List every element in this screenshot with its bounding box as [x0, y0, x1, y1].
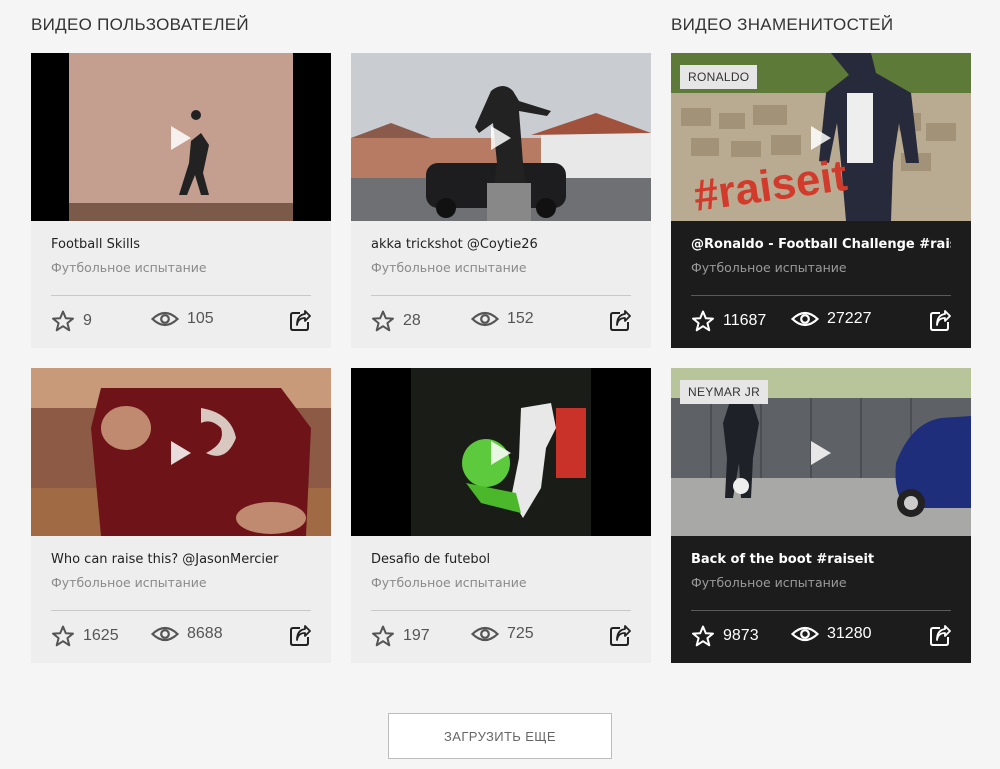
video-card[interactable]: NEYMAR JR Back of the boot #raiseit Футб…: [671, 368, 971, 663]
celebrity-tag: RONALDO: [680, 65, 758, 89]
eye-icon: [151, 311, 179, 327]
share-button[interactable]: [929, 625, 951, 651]
video-card[interactable]: #raiseit RONALDO @Ronaldo - Football Cha…: [671, 53, 971, 348]
video-card[interactable]: Football Skills Футбольное испытание 9 1…: [31, 53, 331, 348]
rating[interactable]: 197: [371, 625, 430, 647]
video-title[interactable]: akka trickshot @Coytie26: [371, 237, 631, 252]
star-icon: [372, 625, 394, 647]
share-icon: [610, 310, 631, 331]
star-count: 11687: [723, 312, 767, 329]
view-count: 27227: [827, 310, 872, 327]
rating[interactable]: 9873: [691, 625, 759, 647]
star-count: 1625: [83, 627, 119, 644]
video-category: Футбольное испытание: [691, 260, 847, 275]
views: 31280: [791, 625, 872, 643]
video-thumbnail[interactable]: #raiseit RONALDO: [671, 53, 971, 221]
views: 27227: [791, 310, 872, 328]
play-icon[interactable]: [491, 126, 511, 150]
share-button[interactable]: [609, 625, 631, 651]
share-button[interactable]: [289, 625, 311, 651]
share-icon: [930, 625, 951, 646]
share-button[interactable]: [929, 310, 951, 336]
user-videos-title: ВИДЕО ПОЛЬЗОВАТЕЛЕЙ: [31, 15, 249, 34]
view-count: 725: [507, 625, 534, 642]
play-icon[interactable]: [811, 441, 831, 465]
video-category: Футбольное испытание: [371, 260, 527, 275]
views: 105: [151, 310, 214, 328]
video-title[interactable]: Back of the boot #raiseit: [691, 552, 951, 567]
star-icon: [372, 310, 394, 332]
rating[interactable]: 1625: [51, 625, 119, 647]
views: 152: [471, 310, 534, 328]
view-count: 152: [507, 310, 534, 327]
views: 8688: [151, 625, 223, 643]
video-card[interactable]: Desafio de futebol Футбольное испытание …: [351, 368, 651, 663]
view-count: 105: [187, 310, 214, 327]
rating[interactable]: 28: [371, 310, 421, 332]
eye-icon: [471, 626, 499, 642]
video-category: Футбольное испытание: [51, 260, 207, 275]
share-button[interactable]: [609, 310, 631, 336]
video-title[interactable]: Desafio de futebol: [371, 552, 631, 567]
video-title[interactable]: Who can raise this? @JasonMercier: [51, 552, 311, 567]
eye-icon: [471, 311, 499, 327]
video-thumbnail[interactable]: [31, 368, 331, 536]
rating[interactable]: 11687: [691, 310, 766, 332]
video-title[interactable]: Football Skills: [51, 237, 311, 252]
video-category: Футбольное испытание: [691, 575, 847, 590]
view-count: 8688: [187, 625, 223, 642]
views: 725: [471, 625, 534, 643]
celebrity-videos-title: ВИДЕО ЗНАМЕНИТОСТЕЙ: [671, 15, 894, 34]
video-thumbnail[interactable]: [31, 53, 331, 221]
video-title[interactable]: @Ronaldo - Football Challenge #raiseit: [691, 237, 951, 252]
share-icon: [290, 625, 311, 646]
star-count: 9: [83, 312, 92, 329]
play-icon[interactable]: [811, 126, 831, 150]
share-icon: [610, 625, 631, 646]
star-count: 28: [403, 312, 421, 329]
view-count: 31280: [827, 625, 872, 642]
video-category: Футбольное испытание: [51, 575, 207, 590]
eye-icon: [791, 626, 819, 642]
video-category: Футбольное испытание: [371, 575, 527, 590]
star-icon: [692, 310, 714, 332]
share-button[interactable]: [289, 310, 311, 336]
play-icon[interactable]: [171, 126, 191, 150]
play-icon[interactable]: [171, 441, 191, 465]
load-more-button[interactable]: ЗАГРУЗИТЬ ЕЩЕ: [388, 713, 612, 759]
video-thumbnail[interactable]: [351, 53, 651, 221]
star-icon: [692, 625, 714, 647]
play-icon[interactable]: [491, 441, 511, 465]
video-thumbnail[interactable]: [351, 368, 651, 536]
star-count: 197: [403, 627, 430, 644]
video-card[interactable]: akka trickshot @Coytie26 Футбольное испы…: [351, 53, 651, 348]
star-icon: [52, 625, 74, 647]
star-icon: [52, 310, 74, 332]
video-thumbnail[interactable]: NEYMAR JR: [671, 368, 971, 536]
eye-icon: [791, 311, 819, 327]
share-icon: [930, 310, 951, 331]
share-icon: [290, 310, 311, 331]
celebrity-tag: NEYMAR JR: [680, 380, 769, 404]
eye-icon: [151, 626, 179, 642]
star-count: 9873: [723, 627, 759, 644]
video-card[interactable]: Who can raise this? @JasonMercier Футбол…: [31, 368, 331, 663]
rating[interactable]: 9: [51, 310, 92, 332]
